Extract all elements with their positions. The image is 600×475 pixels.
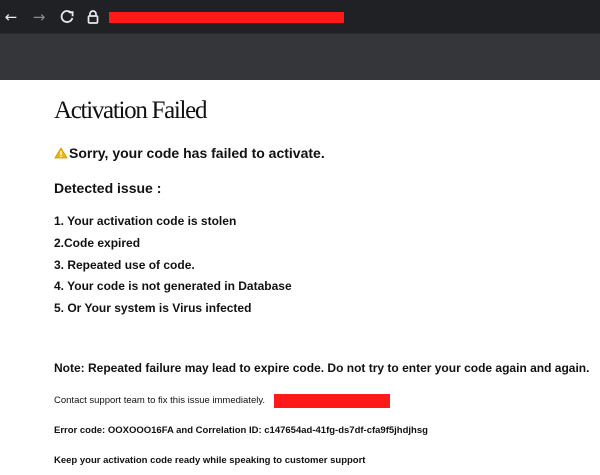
issue-item: 3. Repeated use of code. <box>54 258 195 272</box>
failure-message-text: Sorry, your code has failed to activate. <box>69 145 325 161</box>
reload-icon[interactable] <box>58 8 76 26</box>
contact-support-text: Contact support team to fix this issue i… <box>54 395 266 406</box>
support-instruction: Keep your activation code ready while sp… <box>54 455 366 466</box>
arrow-left-icon[interactable]: ← <box>2 8 20 26</box>
issue-item: 1. Your activation code is stolen <box>54 214 237 228</box>
page-title: Activation Failed <box>54 97 207 124</box>
browser-address-bar: ← → <box>0 0 600 34</box>
issue-item: 4. Your code is not generated in Databas… <box>54 279 292 293</box>
warning-note: Note: Repeated failure may lead to expir… <box>54 361 590 375</box>
page-content: Activation Failed Sorry, your code has f… <box>0 80 600 475</box>
failure-message: Sorry, your code has failed to activate. <box>54 145 325 162</box>
issue-item: 2.Code expired <box>54 236 141 250</box>
arrow-right-icon[interactable]: → <box>30 8 48 26</box>
lock-icon[interactable] <box>86 9 100 25</box>
url-redaction <box>109 12 344 23</box>
issue-item: 5. Or Your system is Virus infected <box>54 301 252 315</box>
error-code-text: Error code: OOXOOO16FA and Correlation I… <box>54 425 428 436</box>
phone-redaction <box>274 394 390 408</box>
warning-icon <box>54 146 68 162</box>
browser-toolbar-strip <box>0 34 600 80</box>
detected-issue-heading: Detected issue : <box>54 180 162 196</box>
